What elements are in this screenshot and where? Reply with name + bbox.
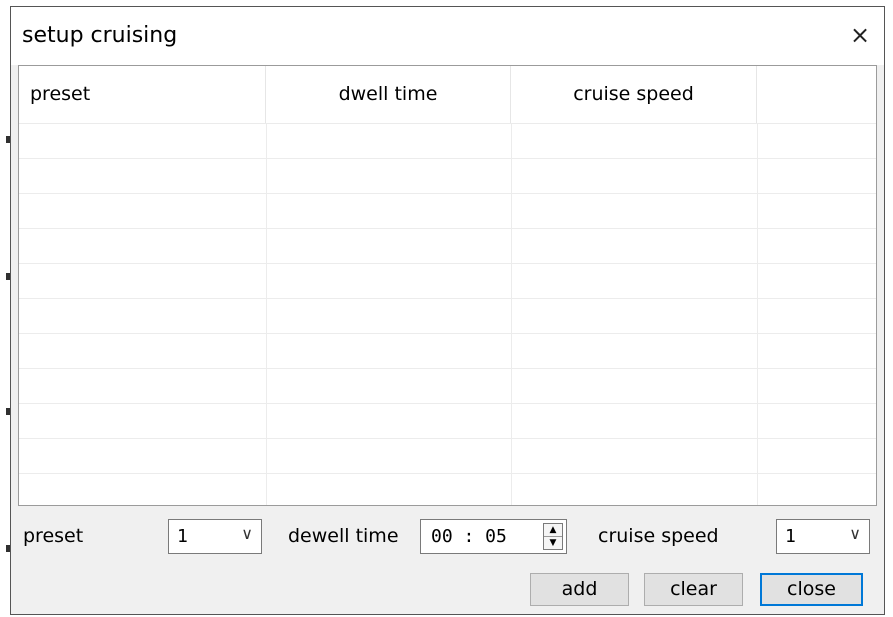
dwell-time-input[interactable]: 00 : 05 ▲ ▼ xyxy=(420,519,567,554)
add-button[interactable]: add xyxy=(530,573,629,606)
column-header-dwell-time[interactable]: dwell time xyxy=(266,66,511,123)
column-header-preset[interactable]: preset xyxy=(19,66,266,123)
chevron-down-icon: ∨ xyxy=(849,524,861,543)
spin-down-icon[interactable]: ▼ xyxy=(544,537,562,549)
column-header-cruise-speed[interactable]: cruise speed xyxy=(511,66,757,123)
spin-up-icon[interactable]: ▲ xyxy=(544,524,562,537)
column-divider xyxy=(511,124,512,505)
preset-label: preset xyxy=(23,525,84,547)
table-header: preset dwell time cruise speed xyxy=(19,66,876,124)
chevron-down-icon: ∨ xyxy=(241,524,253,543)
column-divider xyxy=(757,124,758,505)
cruise-speed-label: cruise speed xyxy=(598,525,719,547)
close-icon[interactable]: × xyxy=(842,17,878,53)
preset-value: 1 xyxy=(177,526,188,547)
title-bar: setup cruising × xyxy=(11,7,884,65)
column-header-empty xyxy=(757,66,876,123)
preset-select[interactable]: 1 ∨ xyxy=(168,519,262,554)
cruise-speed-select[interactable]: 1 ∨ xyxy=(776,519,870,554)
cruise-controls: preset 1 ∨ dewell time 00 : 05 ▲ ▼ cruis… xyxy=(11,507,884,614)
cruise-speed-value: 1 xyxy=(785,526,796,547)
cruise-table[interactable]: preset dwell time cruise speed xyxy=(18,65,877,506)
column-divider xyxy=(266,124,267,505)
screen: setup cruising × preset dwell time cruis… xyxy=(0,0,893,617)
spin-arrows-icon[interactable]: ▲ ▼ xyxy=(543,523,563,550)
setup-cruising-dialog: setup cruising × preset dwell time cruis… xyxy=(10,6,885,615)
clear-button[interactable]: clear xyxy=(644,573,743,606)
dwell-time-label: dewell time xyxy=(288,525,399,547)
table-body[interactable] xyxy=(19,124,876,505)
close-button[interactable]: close xyxy=(760,573,863,606)
dialog-title: setup cruising xyxy=(22,23,178,48)
dwell-time-value: 00 : 05 xyxy=(431,526,507,547)
